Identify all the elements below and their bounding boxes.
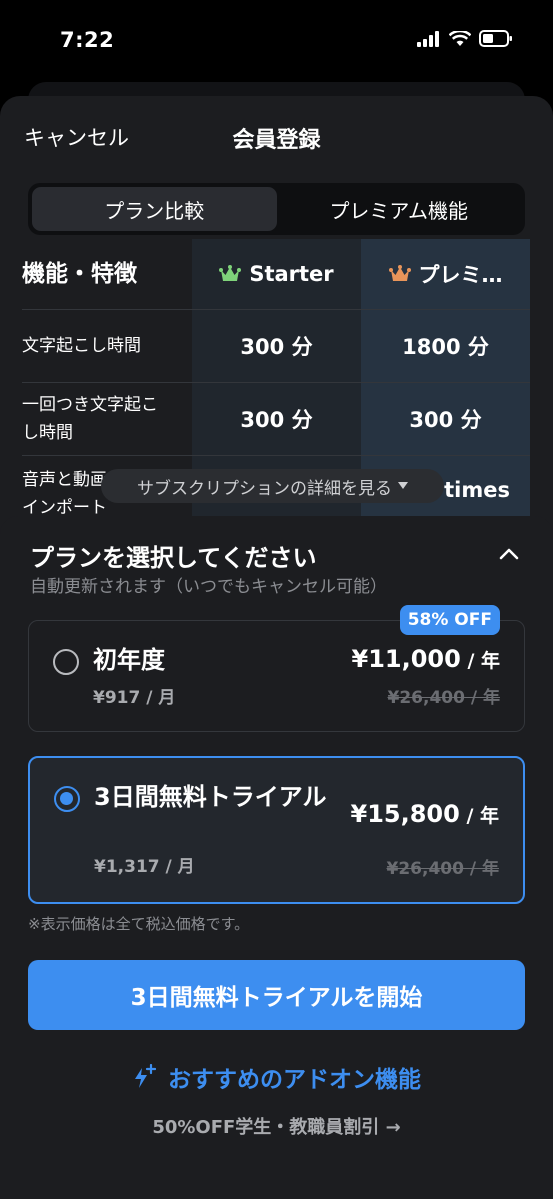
page-title-text: 会員登録 xyxy=(232,128,321,153)
feature-label: 一回つき文字起こし時間 xyxy=(22,395,158,443)
premium-value: 300 分 xyxy=(409,408,482,432)
caret-down-icon xyxy=(398,482,408,489)
select-subtitle: 自動更新されます（いつでもキャンセル可能） xyxy=(30,577,387,597)
plan-original-price: ¥26,400 / 年 xyxy=(387,688,500,708)
starter-value: 300 分 xyxy=(240,335,313,359)
details-label: サブスクリプションの詳細を見る xyxy=(137,478,392,499)
radio-unselected[interactable] xyxy=(53,649,79,675)
discount-badge: 58% OFF xyxy=(399,605,500,635)
premium-value: 1800 分 xyxy=(402,335,489,359)
plan-price: ¥15,800 / 年 xyxy=(351,800,499,828)
plan-price-value: ¥15,800 xyxy=(350,800,460,828)
plan-original-price: ¥26,400 / 年 xyxy=(386,859,499,879)
subscription-details-link[interactable]: サブスクリプションの詳細を見る xyxy=(101,469,444,503)
wifi-icon xyxy=(449,30,471,46)
premium-header: プレミ… xyxy=(361,259,530,289)
starter-label: Starter xyxy=(249,262,334,286)
start-trial-button[interactable]: 3日間無料トライアルを開始 xyxy=(28,960,525,1030)
segmented-tabs: プラン比較 プレミアム機能 xyxy=(28,183,525,235)
table-row: 文字起こし時間 300 分 1800 分 xyxy=(22,310,530,382)
plan-comparison-table: 機能・特徴 Starter プレミ… 文字起こし時間 300 分 1800 分 xyxy=(0,239,553,519)
plan-price-unit: / 年 xyxy=(460,650,500,672)
status-bar: 7:22 xyxy=(0,0,553,84)
plan-monthly-price: ¥1,317 / 月 xyxy=(94,857,195,877)
chevron-up-icon[interactable] xyxy=(497,542,521,566)
battery-icon xyxy=(479,30,512,47)
premium-label: プレミ… xyxy=(418,263,503,287)
sparkle-bolt-icon xyxy=(135,1064,156,1088)
table-header-row: 機能・特徴 Starter プレミ… xyxy=(22,239,530,309)
starter-header: Starter xyxy=(192,262,361,286)
tab-plan-compare[interactable]: プラン比較 xyxy=(32,187,277,231)
tax-note: ※表示価格は全て税込価格です。 xyxy=(28,915,250,933)
page-title: 会員登録 xyxy=(0,122,553,154)
nav-bar: キャンセル 会員登録 xyxy=(0,96,553,178)
plan-price: ¥11,000 / 年 xyxy=(352,645,500,673)
plan-name: 3日間無料トライアル xyxy=(94,783,327,811)
signup-sheet: キャンセル 会員登録 プラン比較 プレミアム機能 機能・特徴 Starter プ… xyxy=(0,96,553,1199)
table-row: 一回つき文字起こし時間 300 分 300 分 xyxy=(22,383,530,455)
signal-icon xyxy=(417,30,439,47)
plan-option-trial[interactable]: 3日間無料トライアル ¥1,317 / 月 ¥15,800 / 年 ¥26,40… xyxy=(28,756,525,904)
addon-label: おすすめのアドオン機能 xyxy=(168,1067,421,1093)
feature-label: 文字起こし時間 xyxy=(22,336,141,356)
feature-header: 機能・特徴 xyxy=(22,261,137,287)
status-icons xyxy=(417,30,513,47)
select-title: プランを選択してください xyxy=(30,544,317,572)
plan-price-value: ¥11,000 xyxy=(351,645,461,673)
plan-monthly-price: ¥917 / 月 xyxy=(93,688,176,708)
tab-premium-features[interactable]: プレミアム機能 xyxy=(277,187,522,231)
crown-icon xyxy=(388,265,411,281)
plan-select-panel: プランを選択してください 自動更新されます（いつでもキャンセル可能） 58% O… xyxy=(0,516,553,1199)
radio-selected[interactable] xyxy=(54,786,80,812)
recommended-addons-link[interactable]: おすすめのアドオン機能 xyxy=(0,1060,553,1094)
status-time: 7:22 xyxy=(60,28,115,52)
plan-price-unit: / 年 xyxy=(459,805,499,827)
plan-option-first-year[interactable]: 58% OFF 初年度 ¥917 / 月 ¥11,000 / 年 ¥26,400… xyxy=(28,605,525,732)
crown-icon xyxy=(219,265,242,281)
student-discount-link[interactable]: 50%OFF学生・教職員割引 → xyxy=(0,1113,553,1139)
starter-value: 300 分 xyxy=(240,408,313,432)
plan-name: 初年度 xyxy=(93,646,165,674)
